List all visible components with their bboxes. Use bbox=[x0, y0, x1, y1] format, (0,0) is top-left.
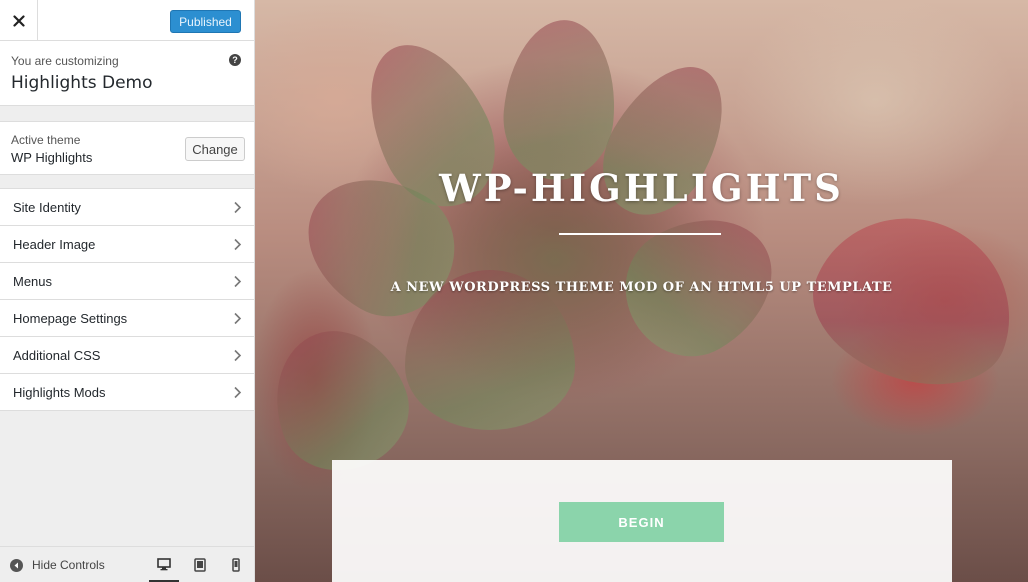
site-name: Highlights Demo bbox=[11, 73, 153, 93]
close-icon bbox=[12, 14, 25, 27]
desktop-icon bbox=[157, 557, 171, 570]
panel-homepage-settings[interactable]: Homepage Settings bbox=[0, 300, 254, 337]
chevron-right-icon bbox=[234, 201, 242, 214]
panel-label: Site Identity bbox=[13, 199, 81, 215]
question-circle-icon[interactable]: ? bbox=[229, 54, 241, 66]
customizer-header: Published bbox=[0, 0, 254, 41]
panel-highlights-mods[interactable]: Highlights Mods bbox=[0, 374, 254, 411]
chevron-right-icon bbox=[234, 275, 242, 288]
mobile-icon bbox=[232, 558, 240, 572]
panel-label: Homepage Settings bbox=[13, 310, 128, 326]
panel-label: Header Image bbox=[13, 236, 96, 252]
chevron-right-icon bbox=[234, 349, 242, 362]
begin-button[interactable]: BEGIN bbox=[559, 502, 724, 542]
change-theme-button[interactable]: Change bbox=[185, 137, 245, 161]
customizing-info: You are customizing Highlights Demo ? bbox=[0, 41, 254, 106]
customizer-panels: Site Identity Header Image Menus Homepag… bbox=[0, 188, 254, 411]
hide-controls-button[interactable]: Hide Controls bbox=[10, 547, 105, 582]
tablet-icon bbox=[194, 558, 206, 572]
chevron-right-icon bbox=[234, 238, 242, 251]
hide-controls-label: Hide Controls bbox=[32, 558, 105, 572]
customizing-label: You are customizing bbox=[11, 54, 119, 68]
customizer-sidebar: Published You are customizing Highlights… bbox=[0, 0, 255, 582]
panel-header-image[interactable]: Header Image bbox=[0, 226, 254, 263]
site-title: WP-HIGHLIGHTS bbox=[439, 166, 844, 210]
active-theme-section: Active theme WP Highlights Change bbox=[0, 121, 254, 175]
close-button[interactable] bbox=[0, 0, 38, 41]
chevron-right-icon bbox=[234, 386, 242, 399]
title-divider bbox=[559, 233, 721, 235]
panel-site-identity[interactable]: Site Identity bbox=[0, 189, 254, 226]
arrow-left-circle-icon bbox=[10, 558, 23, 572]
site-tagline: A NEW WORDPRESS THEME MOD OF AN HTML5 UP… bbox=[390, 280, 893, 295]
panel-additional-css[interactable]: Additional CSS bbox=[0, 337, 254, 374]
tablet-preview-button[interactable] bbox=[185, 547, 215, 582]
panel-label: Additional CSS bbox=[13, 347, 101, 363]
content-card: BEGIN bbox=[332, 460, 952, 582]
panel-label: Menus bbox=[13, 273, 53, 289]
panel-menus[interactable]: Menus bbox=[0, 263, 254, 300]
chevron-right-icon bbox=[234, 312, 242, 325]
published-button[interactable]: Published bbox=[170, 10, 241, 33]
mobile-preview-button[interactable] bbox=[221, 547, 251, 582]
desktop-preview-button[interactable] bbox=[149, 547, 179, 582]
panel-label: Highlights Mods bbox=[13, 384, 106, 400]
site-preview: WP-HIGHLIGHTS A NEW WORDPRESS THEME MOD … bbox=[255, 0, 1028, 582]
customizer-footer: Hide Controls bbox=[0, 546, 254, 582]
